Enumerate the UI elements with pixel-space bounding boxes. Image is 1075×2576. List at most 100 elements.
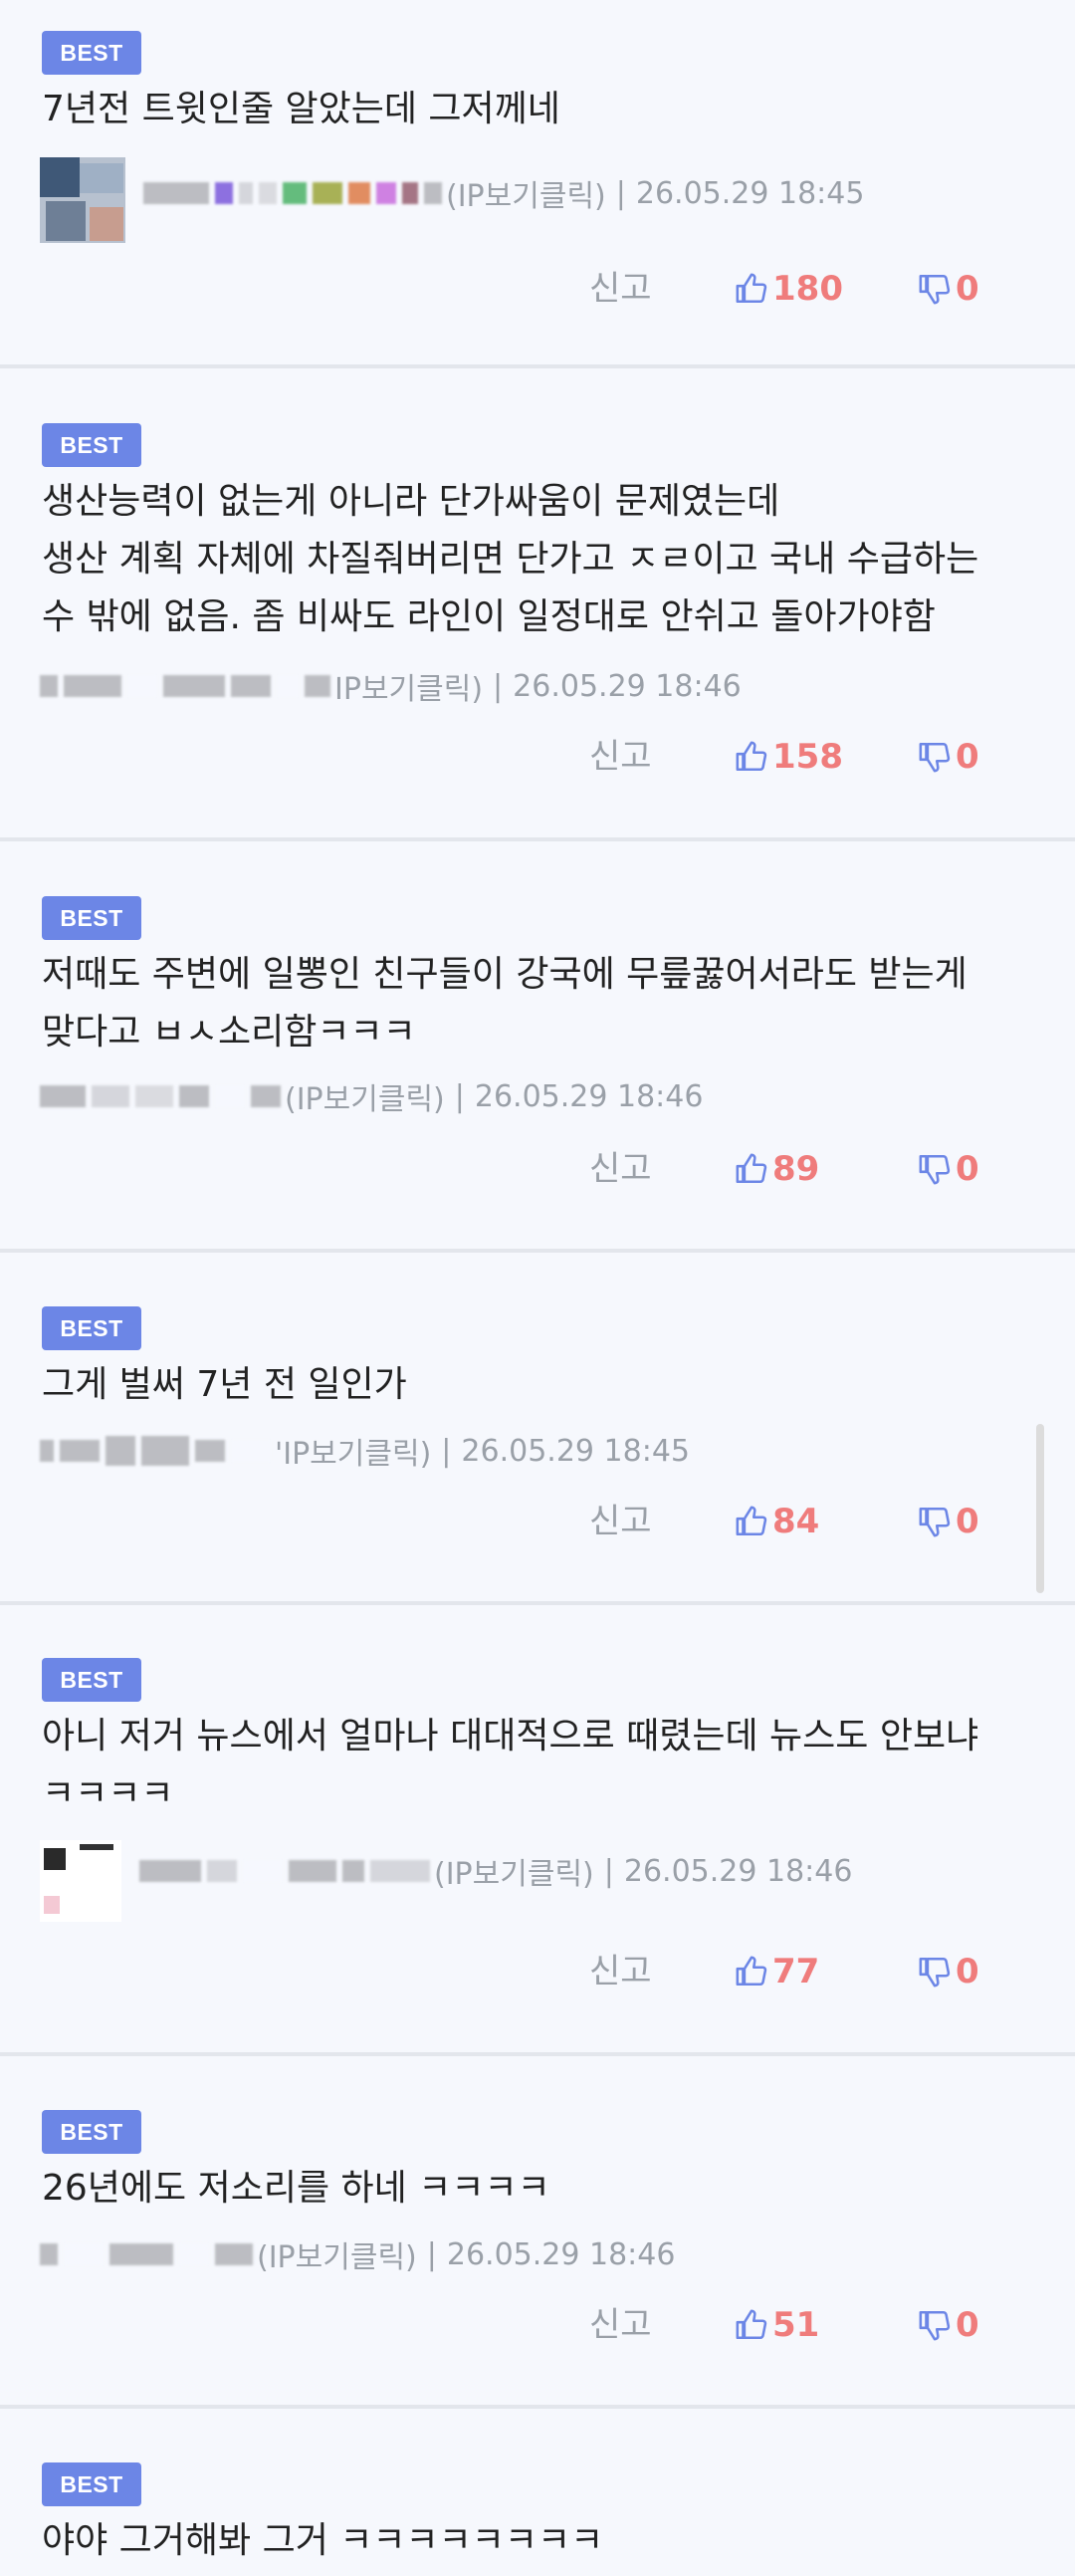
thumbs-up-icon [736, 741, 767, 772]
meta-separator: | [603, 1853, 614, 1889]
comment-item: BEST 아니 저거 뉴스에서 얼마나 대대적으로 때렸는데 뉴스도 안보냐 ㅋ… [0, 1605, 1075, 2056]
thumbs-up-icon [736, 1956, 767, 1987]
dislike-button[interactable]: 0 [918, 732, 979, 782]
ip-view-link[interactable]: (IP보기클릭) [285, 1074, 445, 1118]
comment-item: BEST 그게 벌써 7년 전 일인가 'IP보기클릭) | 26.05.29 … [0, 1253, 1075, 1605]
masked-nickname[interactable] [40, 2243, 253, 2265]
meta-separator: | [615, 175, 626, 211]
timestamp: 26.05.29 18:46 [513, 668, 742, 704]
like-button[interactable]: 158 [735, 732, 843, 782]
timestamp: 26.05.29 18:45 [461, 1433, 690, 1469]
comment-text: 생산능력이 없는게 아니라 단가싸움이 문제였는데 생산 계획 자체에 차질줘버… [42, 481, 979, 637]
comment-text: 야야 그거해봐 그거 ㅋㅋㅋㅋㅋㅋㅋㅋ [42, 2520, 604, 2561]
like-count: 158 [772, 737, 843, 777]
comment-text: 아니 저거 뉴스에서 얼마나 대대적으로 때렸는데 뉴스도 안보냐 ㅋㅋㅋㅋ [42, 1716, 979, 1814]
report-button[interactable]: 신고 [589, 1144, 652, 1194]
masked-nickname[interactable] [139, 1860, 430, 1882]
thumbs-down-icon [919, 1957, 951, 1988]
comment-text: 저때도 주변에 일뽕인 친구들이 강국에 무릎꿇어서라도 받는게 맞다고 ㅂㅅ소… [42, 954, 968, 1053]
comment-actions: 신고 89 0 [0, 1144, 1075, 1194]
dislike-count: 0 [956, 737, 979, 777]
best-badge: BEST [42, 2462, 141, 2506]
report-button[interactable]: 신고 [589, 2300, 652, 2350]
comment-meta: (IP보기클릭) | 26.05.29 18:46 [40, 1074, 704, 1118]
comment-actions: 신고 158 0 [0, 732, 1075, 782]
comment-text: 26년에도 저소리를 하네 ㅋㅋㅋㅋ [42, 2168, 550, 2209]
dislike-button[interactable]: 0 [918, 2300, 979, 2350]
meta-separator: | [441, 1433, 452, 1469]
thumbs-up-icon [736, 2309, 767, 2340]
thumbs-up-icon [736, 1506, 767, 1536]
best-badge: BEST [42, 1658, 141, 1702]
comment-item: BEST 26년에도 저소리를 하네 ㅋㅋㅋㅋ (IP보기클릭) | 26.05… [0, 2056, 1075, 2409]
comment-item: BEST 7년전 트윗인줄 알았는데 그저께네 (IP보기클릭) | 26.05… [0, 0, 1075, 368]
dislike-count: 0 [956, 269, 979, 309]
meta-separator: | [426, 2236, 437, 2272]
dislike-button[interactable]: 0 [918, 1497, 979, 1546]
like-button[interactable]: 89 [735, 1144, 819, 1194]
report-button[interactable]: 신고 [589, 1497, 652, 1546]
like-count: 180 [772, 269, 843, 309]
meta-separator: | [454, 1078, 465, 1114]
like-count: 51 [772, 2305, 820, 2345]
masked-nickname[interactable] [40, 675, 330, 697]
thumbs-down-icon [919, 274, 951, 305]
thumbs-down-icon [919, 742, 951, 773]
report-button[interactable]: 신고 [589, 732, 652, 782]
avatar[interactable] [40, 157, 125, 243]
dislike-button[interactable]: 0 [918, 1144, 979, 1194]
dislike-count: 0 [956, 2305, 979, 2345]
dislike-button[interactable]: 0 [918, 1947, 979, 1996]
best-badge: BEST [42, 423, 141, 467]
report-button[interactable]: 신고 [589, 1947, 652, 1996]
comment-meta: IP보기클릭) | 26.05.29 18:46 [40, 664, 742, 708]
thumbs-down-icon [919, 1507, 951, 1537]
best-badge: BEST [42, 1306, 141, 1350]
best-badge: BEST [42, 896, 141, 940]
dislike-count: 0 [956, 1149, 979, 1189]
like-button[interactable]: 180 [735, 264, 843, 314]
thumbs-up-icon [736, 1153, 767, 1184]
timestamp: 26.05.29 18:46 [446, 2236, 676, 2272]
comment-item: BEST 생산능력이 없는게 아니라 단가싸움이 문제였는데 생산 계획 자체에… [0, 368, 1075, 841]
masked-nickname[interactable] [40, 1436, 271, 1466]
comment-actions: 신고 180 0 [0, 264, 1075, 314]
like-count: 77 [772, 1952, 820, 1991]
timestamp: 26.05.29 18:46 [474, 1078, 704, 1114]
timestamp: 26.05.29 18:46 [623, 1853, 853, 1889]
masked-nickname[interactable] [40, 1085, 281, 1107]
like-button[interactable]: 51 [735, 2300, 819, 2350]
comment-item: BEST 야야 그거해봐 그거 ㅋㅋㅋㅋㅋㅋㅋㅋ [0, 2409, 1075, 2561]
comment-actions: 신고 84 0 [0, 1497, 1075, 1546]
thumbs-down-icon [919, 2310, 951, 2341]
ip-view-link[interactable]: IP보기클릭) [334, 664, 483, 708]
comment-meta: (IP보기클릭) | 26.05.29 18:45 [40, 157, 865, 243]
best-badge: BEST [42, 31, 141, 75]
comment-actions: 신고 77 0 [0, 1947, 1075, 1996]
ip-view-link[interactable]: (IP보기클릭) [434, 1849, 594, 1893]
meta-separator: | [493, 668, 504, 704]
comment-item: BEST 저때도 주변에 일뽕인 친구들이 강국에 무릎꿇어서라도 받는게 맞다… [0, 841, 1075, 1253]
timestamp: 26.05.29 18:45 [635, 175, 865, 211]
like-button[interactable]: 77 [735, 1947, 819, 1996]
thumbs-up-icon [736, 273, 767, 304]
ip-view-link[interactable]: 'IP보기클릭) [275, 1429, 431, 1473]
report-button[interactable]: 신고 [589, 264, 652, 314]
comment-text: 그게 벌써 7년 전 일인가 [42, 1364, 407, 1405]
comment-text: 7년전 트윗인줄 알았는데 그저께네 [42, 89, 560, 129]
dislike-count: 0 [956, 1502, 979, 1541]
comment-actions: 신고 51 0 [0, 2300, 1075, 2350]
comment-meta: (IP보기클릭) | 26.05.29 18:46 [40, 1840, 853, 1922]
like-count: 84 [772, 1502, 820, 1541]
avatar[interactable] [40, 1840, 121, 1922]
like-button[interactable]: 84 [735, 1497, 819, 1546]
dislike-button[interactable]: 0 [918, 264, 979, 314]
like-count: 89 [772, 1149, 820, 1189]
ip-view-link[interactable]: (IP보기클릭) [257, 2232, 417, 2276]
ip-view-link[interactable]: (IP보기클릭) [446, 171, 606, 215]
comment-meta: 'IP보기클릭) | 26.05.29 18:45 [40, 1429, 690, 1473]
dislike-count: 0 [956, 1952, 979, 1991]
masked-nickname[interactable] [143, 182, 442, 204]
scrollbar[interactable] [1036, 1424, 1044, 1593]
thumbs-down-icon [919, 1154, 951, 1185]
